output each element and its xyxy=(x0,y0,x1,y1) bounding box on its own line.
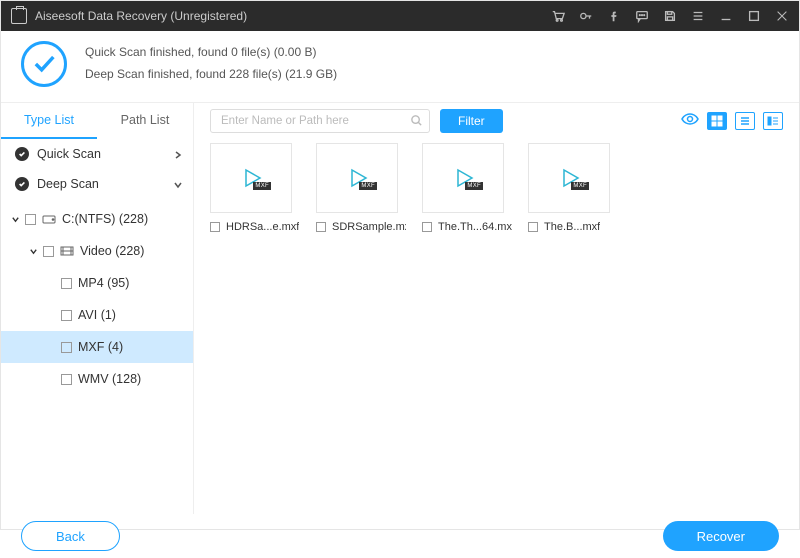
tree-mxf[interactable]: MXF (4) xyxy=(1,331,193,363)
tree-avi[interactable]: AVI (1) xyxy=(1,299,193,331)
tree-mp4-label: MP4 (95) xyxy=(78,276,129,290)
titlebar: Aiseesoft Data Recovery (Unregistered) xyxy=(1,1,799,31)
tree-drive-label: C:(NTFS) (228) xyxy=(62,212,148,226)
checkbox[interactable] xyxy=(528,222,538,232)
maximize-icon[interactable] xyxy=(747,9,761,23)
file-thumbnail[interactable]: MXF xyxy=(210,143,292,213)
file-name: SDRSample.mxf xyxy=(332,221,406,233)
checkbox[interactable] xyxy=(61,278,72,289)
checkbox[interactable] xyxy=(61,310,72,321)
checkbox[interactable] xyxy=(422,222,432,232)
chevron-down-icon xyxy=(173,179,183,189)
quick-scan-label: Quick Scan xyxy=(37,147,173,161)
tree-wmv-label: WMV (128) xyxy=(78,372,141,386)
titlebar-controls xyxy=(551,9,789,23)
detail-view-button[interactable] xyxy=(763,112,783,130)
key-icon[interactable] xyxy=(579,9,593,23)
search-box xyxy=(210,109,430,133)
video-icon xyxy=(60,245,74,257)
checkbox[interactable] xyxy=(25,214,36,225)
chevron-right-icon xyxy=(173,149,183,159)
content-panel: Filter MXF HDRSa...e.mxf MXF xyxy=(194,103,799,514)
back-button[interactable]: Back xyxy=(21,521,120,551)
checkbox[interactable] xyxy=(316,222,326,232)
content-toolbar: Filter xyxy=(194,103,799,139)
tree-wmv[interactable]: WMV (128) xyxy=(1,363,193,395)
chevron-down-icon xyxy=(29,247,39,256)
deep-scan-label: Deep Scan xyxy=(37,177,173,191)
file-item[interactable]: MXF HDRSa...e.mxf xyxy=(210,143,300,233)
feedback-icon[interactable] xyxy=(635,9,649,23)
search-input[interactable] xyxy=(210,109,430,133)
grid-view-button[interactable] xyxy=(707,112,727,130)
minimize-icon[interactable] xyxy=(719,9,733,23)
checkmark-dot-icon xyxy=(15,177,29,191)
format-badge: MXF xyxy=(465,182,483,190)
sidebar-quick-scan[interactable]: Quick Scan xyxy=(1,139,193,169)
drive-icon xyxy=(42,213,56,225)
tree-mp4[interactable]: MP4 (95) xyxy=(1,267,193,299)
file-name: The.B...mxf xyxy=(544,221,600,233)
file-item[interactable]: MXF The.B...mxf xyxy=(528,143,618,233)
checkbox[interactable] xyxy=(210,222,220,232)
facebook-icon[interactable] xyxy=(607,9,621,23)
file-tree: C:(NTFS) (228) Video (228) MP4 (95) AVI … xyxy=(1,199,193,395)
status-deepscan: Deep Scan finished, found 228 file(s) (2… xyxy=(85,64,337,86)
checkbox[interactable] xyxy=(61,374,72,385)
search-icon[interactable] xyxy=(410,114,424,128)
sidebar: Type List Path List Quick Scan Deep Scan… xyxy=(1,103,194,514)
main-panel: Type List Path List Quick Scan Deep Scan… xyxy=(1,102,799,514)
cart-icon[interactable] xyxy=(551,9,565,23)
checkbox[interactable] xyxy=(61,342,72,353)
save-icon[interactable] xyxy=(663,9,677,23)
file-thumbnail[interactable]: MXF xyxy=(528,143,610,213)
file-item[interactable]: MXF The.Th...64.mxf xyxy=(422,143,512,233)
menu-icon[interactable] xyxy=(691,9,705,23)
close-icon[interactable] xyxy=(775,9,789,23)
checkbox[interactable] xyxy=(43,246,54,257)
filter-button[interactable]: Filter xyxy=(440,109,503,133)
format-badge: MXF xyxy=(571,182,589,190)
app-title: Aiseesoft Data Recovery (Unregistered) xyxy=(35,9,551,23)
checkmark-dot-icon xyxy=(15,147,29,161)
format-badge: MXF xyxy=(359,182,377,190)
status-bar: Quick Scan finished, found 0 file(s) (0.… xyxy=(1,31,799,102)
status-quickscan: Quick Scan finished, found 0 file(s) (0.… xyxy=(85,42,337,64)
file-name: The.Th...64.mxf xyxy=(438,221,512,233)
file-item[interactable]: MXF SDRSample.mxf xyxy=(316,143,406,233)
tree-drive[interactable]: C:(NTFS) (228) xyxy=(1,203,193,235)
check-circle-icon xyxy=(21,41,67,87)
list-view-button[interactable] xyxy=(735,112,755,130)
file-grid: MXF HDRSa...e.mxf MXF SDRSample.mxf MXF … xyxy=(194,139,799,514)
file-name: HDRSa...e.mxf xyxy=(226,221,299,233)
sidebar-deep-scan[interactable]: Deep Scan xyxy=(1,169,193,199)
tab-type-list[interactable]: Type List xyxy=(1,103,97,139)
tab-path-list[interactable]: Path List xyxy=(97,103,193,139)
chevron-down-icon xyxy=(11,215,21,224)
file-thumbnail[interactable]: MXF xyxy=(422,143,504,213)
tree-video[interactable]: Video (228) xyxy=(1,235,193,267)
file-thumbnail[interactable]: MXF xyxy=(316,143,398,213)
format-badge: MXF xyxy=(253,182,271,190)
tree-mxf-label: MXF (4) xyxy=(78,340,123,354)
recover-button[interactable]: Recover xyxy=(663,521,779,551)
footer: Back Recover xyxy=(1,514,799,558)
app-icon xyxy=(11,8,27,24)
tree-video-label: Video (228) xyxy=(80,244,144,258)
tree-avi-label: AVI (1) xyxy=(78,308,116,322)
preview-icon[interactable] xyxy=(681,112,699,131)
